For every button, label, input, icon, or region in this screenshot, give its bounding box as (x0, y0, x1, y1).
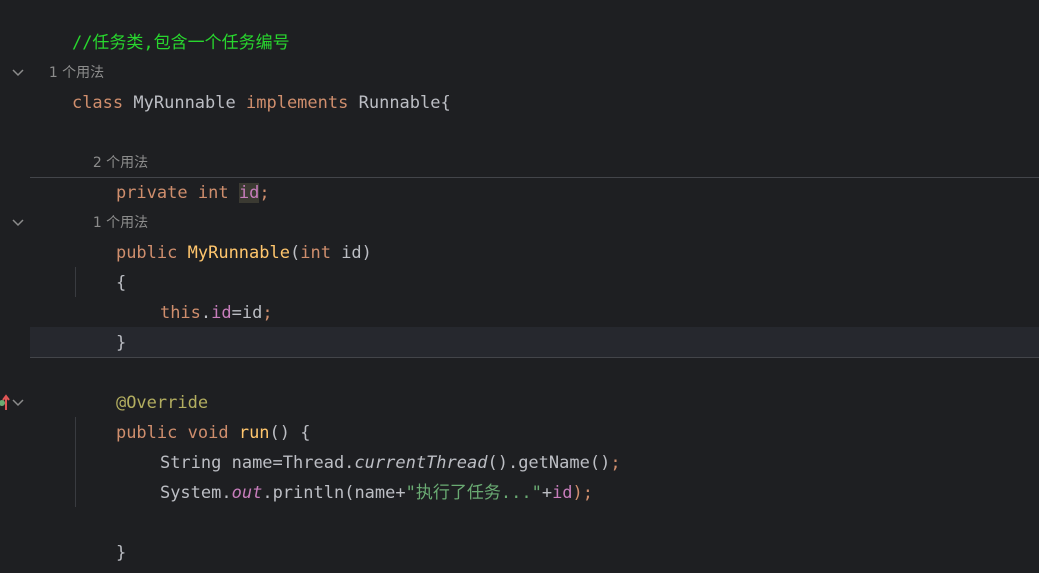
stmt2-out: out (231, 483, 263, 503)
override-arrow-up-icon[interactable] (0, 393, 10, 413)
semicolon: ; (610, 453, 621, 473)
semicolon: ; (262, 303, 273, 323)
code-line-annotation[interactable]: @Override (75, 358, 208, 413)
code-line-class-decl[interactable]: class MyRunnable implements Runnable{ (31, 58, 451, 113)
chevron-down-icon[interactable] (11, 396, 25, 410)
usage-hint[interactable]: 1 个用法 (75, 178, 148, 231)
keyword-implements: implements (246, 93, 349, 113)
usage-hint[interactable]: 1 个用法 (31, 28, 104, 81)
code-line-assignment[interactable]: this.id=id; (119, 268, 273, 323)
code-line-run-method[interactable]: public void run() { (75, 388, 311, 443)
class-name: MyRunnable (133, 93, 236, 113)
chevron-down-icon[interactable] (11, 216, 25, 230)
semicolon: ; (259, 183, 270, 203)
stmt2-part-a: System. (159, 483, 232, 503)
keyword-class: class (71, 93, 124, 113)
code-line-comment[interactable]: //任务类,包含一个任务编号 (31, 0, 290, 53)
field-id: id (238, 183, 260, 203)
code-line-brace-open[interactable]: { (75, 238, 126, 293)
dot: . (200, 303, 212, 323)
assign-expr: =id (231, 303, 263, 323)
code-line-constructor[interactable]: public MyRunnable(int id) (75, 208, 372, 263)
code-editor[interactable]: //任务类,包含一个任务编号 1 个用法 class MyRunnable im… (0, 0, 1039, 573)
stmt2-id: id (552, 483, 573, 503)
keyword-this: this (159, 303, 201, 323)
code-line-statement-1[interactable]: String name=Thread.currentThread().getNa… (119, 418, 621, 473)
code-line-method-close[interactable]: } (75, 508, 126, 563)
constructor-name: MyRunnable (187, 243, 290, 263)
code-line-field[interactable]: private int id; (75, 148, 270, 203)
editor-gutter[interactable] (0, 0, 30, 573)
code-line-class-close[interactable]: } (31, 538, 82, 568)
param-id: id) (330, 243, 372, 263)
code-line-brace-close[interactable]: } (75, 298, 126, 353)
keyword-int: int (300, 243, 331, 263)
caret-line-highlight (30, 327, 1039, 357)
string-literal: "执行了任务..." (405, 483, 542, 503)
keyword-int: int (197, 183, 229, 203)
stmt2-end: ); (572, 483, 594, 503)
stmt2-part-c: .println(name+ (262, 483, 406, 503)
paren-open: ( (289, 243, 301, 263)
this-field-id: id (211, 303, 232, 323)
comment-text: //任务类,包含一个任务编号 (71, 33, 290, 53)
stmt2-plus: + (541, 483, 553, 503)
chevron-down-icon[interactable] (11, 66, 25, 80)
brace-close: } (115, 543, 127, 563)
interface-name: Runnable{ (358, 93, 451, 113)
code-line-statement-2[interactable]: System.out.println(name+"执行了任务..."+id); (119, 448, 593, 503)
brace-close: } (115, 333, 127, 353)
usage-hint[interactable]: 2 个用法 (75, 118, 148, 171)
